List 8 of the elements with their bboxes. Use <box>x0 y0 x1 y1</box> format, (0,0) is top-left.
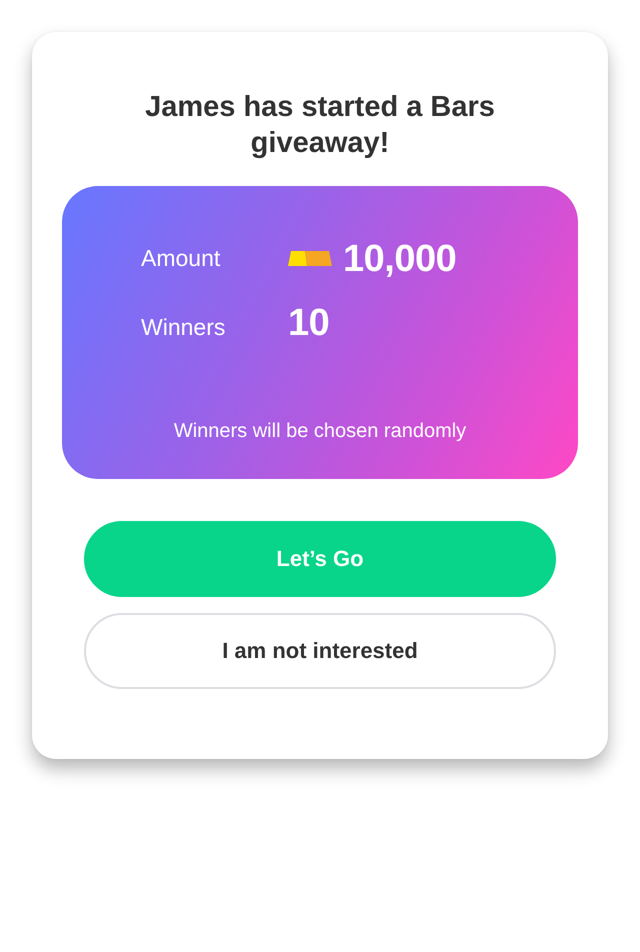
decline-button[interactable]: I am not interested <box>84 612 556 688</box>
field-label: Amount <box>141 244 222 273</box>
ingot-icon <box>288 251 332 266</box>
dialog-title: James has started a Bars giveaway! <box>144 90 496 161</box>
giveaway-note: Winners will be chosen randomly <box>172 418 468 442</box>
field-value: 10,000 <box>343 238 456 278</box>
field-label: Winners <box>141 312 226 342</box>
field-value: 10 <box>288 302 330 342</box>
